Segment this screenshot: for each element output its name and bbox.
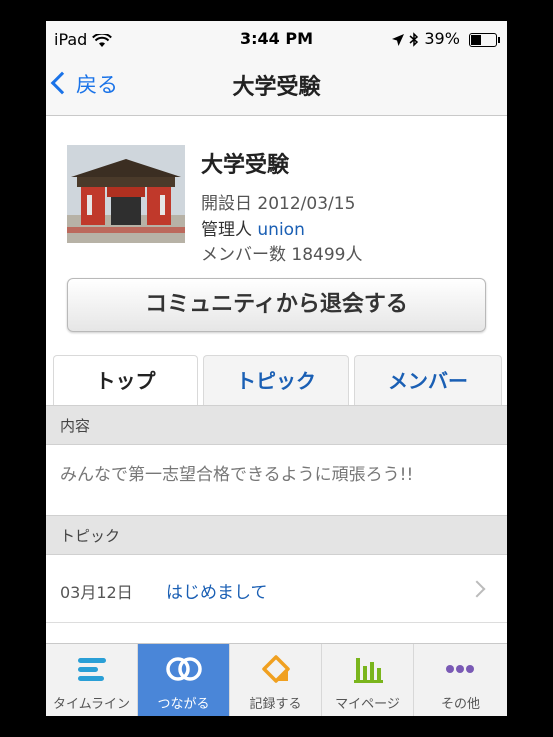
admin-label: 管理人 [201, 220, 252, 240]
tabbar-label: その他 [440, 697, 480, 712]
tabbar-connect[interactable]: つながる [138, 644, 230, 716]
admin-name-link[interactable]: union [257, 220, 304, 240]
mypage-chart-icon [354, 658, 383, 683]
community-image [67, 145, 185, 243]
bluetooth-icon [409, 29, 424, 48]
red-gate-image [67, 145, 185, 243]
tabbar-mypage[interactable]: マイページ [322, 644, 414, 716]
timeline-icon [78, 658, 106, 681]
admin-row: 管理人 union [201, 215, 305, 240]
tabbar-timeline[interactable]: タイムライン [46, 644, 138, 716]
topic-section-header: トピック [46, 515, 507, 555]
created-date: 開設日 2012/03/15 [201, 194, 356, 214]
content-description: みんなで第一志望合格できるように頑張ろう!! [60, 465, 414, 485]
record-icon [262, 655, 290, 683]
status-right: 39% [392, 29, 500, 48]
bottom-tab-bar: タイムライン つながる 記録する マイページ その他 [46, 643, 507, 716]
tabbar-label: タイムライン [52, 697, 131, 712]
navigation-bar: 戻る 大学受験 [46, 55, 507, 116]
topic-title: はじめまして [166, 583, 268, 603]
member-count: メンバー数 18499人 [201, 245, 363, 265]
tabbar-record[interactable]: 記録する [230, 644, 322, 716]
tabbar-label: つながる [157, 697, 210, 712]
tabbar-label: マイページ [335, 697, 400, 712]
community-name: 大学受験 [201, 153, 290, 178]
topic-row[interactable]: 03月12日 はじめまして [46, 558, 507, 623]
tabbar-more[interactable]: その他 [414, 644, 507, 716]
tab-topics[interactable]: トピック [203, 355, 349, 406]
chevron-right-icon [468, 580, 486, 598]
topic-date: 03月12日 [60, 583, 133, 602]
location-arrow-icon [392, 29, 409, 48]
tab-members[interactable]: メンバー [354, 355, 502, 406]
status-bar: iPad 3:44 PM 39% [46, 21, 507, 55]
app-screen: iPad 3:44 PM 39% 戻る 大学受験 大学受験 開設日 2012/0… [46, 21, 507, 716]
tabbar-label: 記録する [249, 697, 302, 712]
tab-top[interactable]: トップ [53, 355, 198, 406]
page-title: 大学受験 [232, 75, 321, 100]
battery-percent: 39% [424, 29, 460, 48]
battery-level [471, 34, 482, 45]
content-section-header: 内容 [46, 405, 507, 445]
segment-tabs: トップ トピック メンバー [46, 355, 507, 406]
leave-community-button[interactable]: コミュニティから退会する [67, 278, 486, 332]
battery-icon [469, 32, 500, 47]
connect-icon [166, 657, 202, 681]
more-icon [446, 665, 474, 673]
